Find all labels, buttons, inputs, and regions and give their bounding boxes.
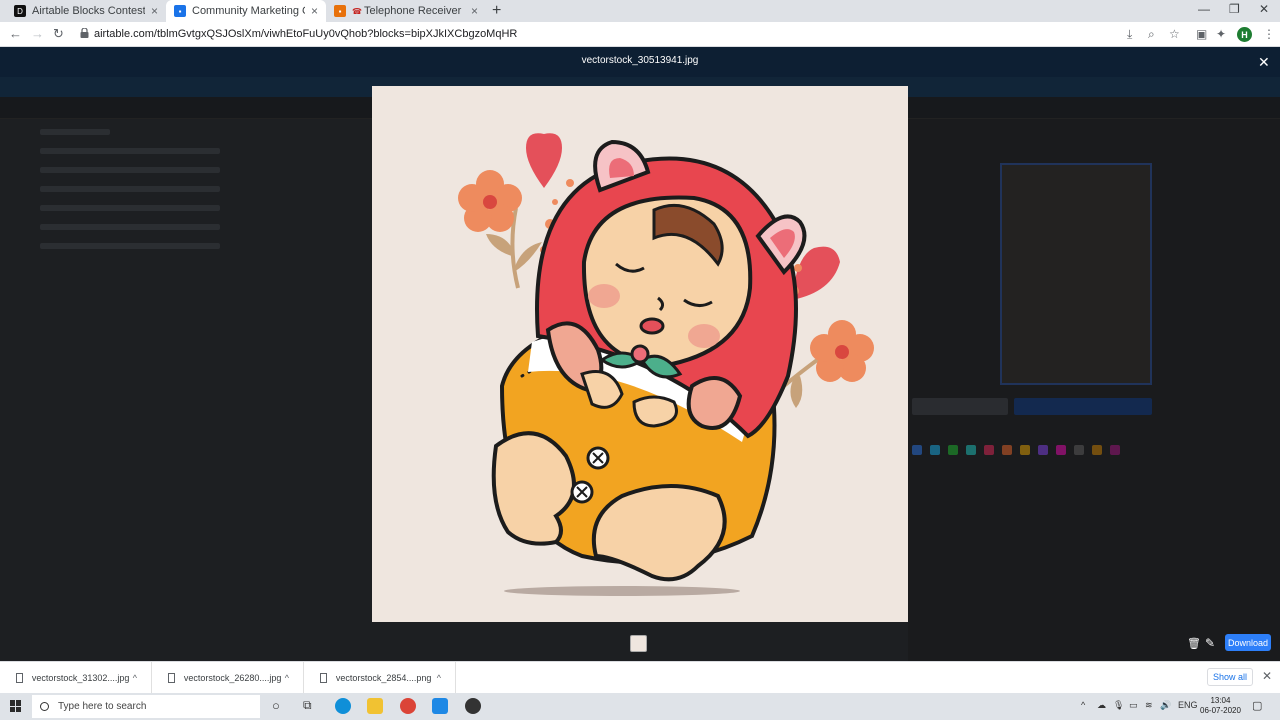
attachment-preview-image [372,86,908,622]
file-explorer-icon[interactable] [367,698,383,714]
color-swatch [984,445,994,455]
tab-label: Airtable Blocks Contest: Introduc [32,5,145,17]
color-swatch [1020,445,1030,455]
discourse-favicon-icon: D [14,5,26,17]
chevron-up-icon[interactable]: ^ [285,673,289,683]
block-button [912,398,1008,415]
download-filename: vectorstock_26280....jpg [183,673,282,683]
close-downloads-bar-icon[interactable]: ✕ [1262,669,1272,683]
clock-date: 06-07-2020 [1200,706,1241,715]
color-swatch [1110,445,1120,455]
sleeping-baby-illustration [458,133,874,596]
search-placeholder: Type here to search [58,701,147,712]
reload-icon[interactable]: ↻ [53,26,64,42]
block-download-button [1014,398,1152,415]
grid-row [40,129,110,135]
close-tab-icon[interactable]: × [151,4,158,18]
download-filename: vectorstock_2854....png [335,673,432,683]
grid-row [40,167,220,173]
file-icon [320,673,327,683]
restore-window-icon[interactable]: ❐ [1229,2,1240,16]
zoom-icon[interactable]: ⌕ [1148,27,1155,42]
wifi-icon[interactable]: ≋ [1145,700,1153,711]
grid-row [40,243,220,249]
forward-arrow-icon[interactable]: → [31,26,44,41]
close-tab-icon[interactable]: × [471,4,478,18]
edit-attachment-icon[interactable]: ✎ [1205,636,1215,650]
close-tab-icon[interactable]: × [311,4,318,18]
download-icon[interactable]: ⤓ [1127,27,1132,42]
color-swatch [948,445,958,455]
chevron-up-icon[interactable]: ^ [437,673,441,683]
language-indicator[interactable]: ENG [1178,700,1198,710]
color-swatch [930,445,940,455]
edge-browser-icon[interactable] [335,698,351,714]
menu-kebab-icon[interactable]: ⋮ [1263,27,1275,41]
color-swatch [1038,445,1048,455]
color-swatch [1002,445,1012,455]
attachment-thumbnail[interactable] [630,635,647,652]
tab-community-marketing-calendar[interactable]: ▪ Community Marketing Calendar: × [166,0,326,22]
close-window-icon[interactable]: ✕ [1259,2,1269,16]
color-swatch [966,445,976,455]
notifications-icon[interactable]: ▢ [1252,699,1262,712]
color-swatch [912,445,922,455]
bookmark-star-icon[interactable]: ☆ [1169,27,1180,41]
grid-row [40,205,220,211]
new-tab-plus-icon[interactable]: + [492,2,501,20]
tray-chevron-up-icon[interactable]: ^ [1081,700,1085,710]
puzzle-extensions-icon[interactable]: ✦ [1216,27,1226,41]
download-item[interactable]: vectorstock_26280....jpg ^ [152,662,304,694]
vscode-icon[interactable] [432,698,448,714]
battery-icon[interactable]: ▭ [1129,700,1138,711]
search-icon [40,702,49,711]
profile-avatar[interactable]: H [1237,27,1252,42]
windows-taskbar: Type here to search ○ ⧉ ^ ☁ 🎙 ▭ ≋ 🔊 ENG … [0,693,1280,720]
address-bar-url[interactable]: airtable.com/tblmGvtgxQSJOslXm/viwhEtoFu… [94,28,517,40]
tab-label: Telephone Receiver Emoji [364,5,465,17]
browser-toolbar: ← → ↻ airtable.com/tblmGvtgxQSJOslXm/viw… [0,22,1280,47]
tab-airtable-blocks-contest[interactable]: D Airtable Blocks Contest: Introduc × [6,0,166,22]
lightbox-filename: vectorstock_30513941.jpg [581,55,699,66]
airtable-favicon-icon: ▪ [174,5,186,17]
emojipedia-favicon-icon: ▪ [334,5,346,17]
download-filename: vectorstock_31302....jpg [31,673,130,683]
download-button[interactable]: Download [1225,634,1271,651]
back-arrow-icon[interactable]: ← [9,26,22,41]
grid-row [40,148,220,154]
taskbar-search-box[interactable]: Type here to search [32,695,260,718]
delete-attachment-icon[interactable]: 🗑 [1187,637,1201,650]
task-view-icon[interactable]: ⧉ [303,698,312,713]
lightbox-close-icon[interactable]: ✕ [1258,54,1270,71]
chevron-up-icon[interactable]: ^ [133,673,137,683]
tab-label: Community Marketing Calendar: [192,5,305,17]
browser-tab-strip: D Airtable Blocks Contest: Introduc × ▪ … [0,0,1280,22]
file-icon [16,673,23,683]
download-item[interactable]: vectorstock_31302....jpg ^ [0,662,152,694]
telephone-emoji-icon: ☎ [352,6,362,16]
file-icon [168,673,175,683]
downloads-bar: vectorstock_31302....jpg ^ vectorstock_2… [0,661,1280,694]
download-item[interactable]: vectorstock_2854....png ^ [304,662,456,694]
block-image-preview [1000,163,1152,385]
volume-icon[interactable]: 🔊 [1160,700,1171,711]
show-all-downloads-button[interactable]: Show all [1207,668,1253,686]
windows-start-icon[interactable] [10,700,22,712]
color-swatch [1074,445,1084,455]
grid-row [40,186,220,192]
grid-row [40,224,220,230]
tab-telephone-receiver-emoji[interactable]: ▪ ☎ Telephone Receiver Emoji × [326,0,486,22]
minimize-window-icon[interactable]: — [1198,2,1210,16]
cortana-circle-icon[interactable]: ○ [272,698,280,713]
system-clock[interactable]: 13:04 06-07-2020 [1200,696,1241,716]
color-swatch [1056,445,1066,455]
chrome-browser-icon[interactable] [400,698,416,714]
lock-icon [80,28,89,38]
clock-time: 13:04 [1210,696,1231,705]
color-swatch [1092,445,1102,455]
microphone-icon[interactable]: 🎙 [1113,700,1124,711]
extension-icon[interactable]: ▣ [1196,27,1207,41]
onedrive-cloud-icon[interactable]: ☁ [1097,700,1106,711]
app-icon[interactable] [465,698,481,714]
